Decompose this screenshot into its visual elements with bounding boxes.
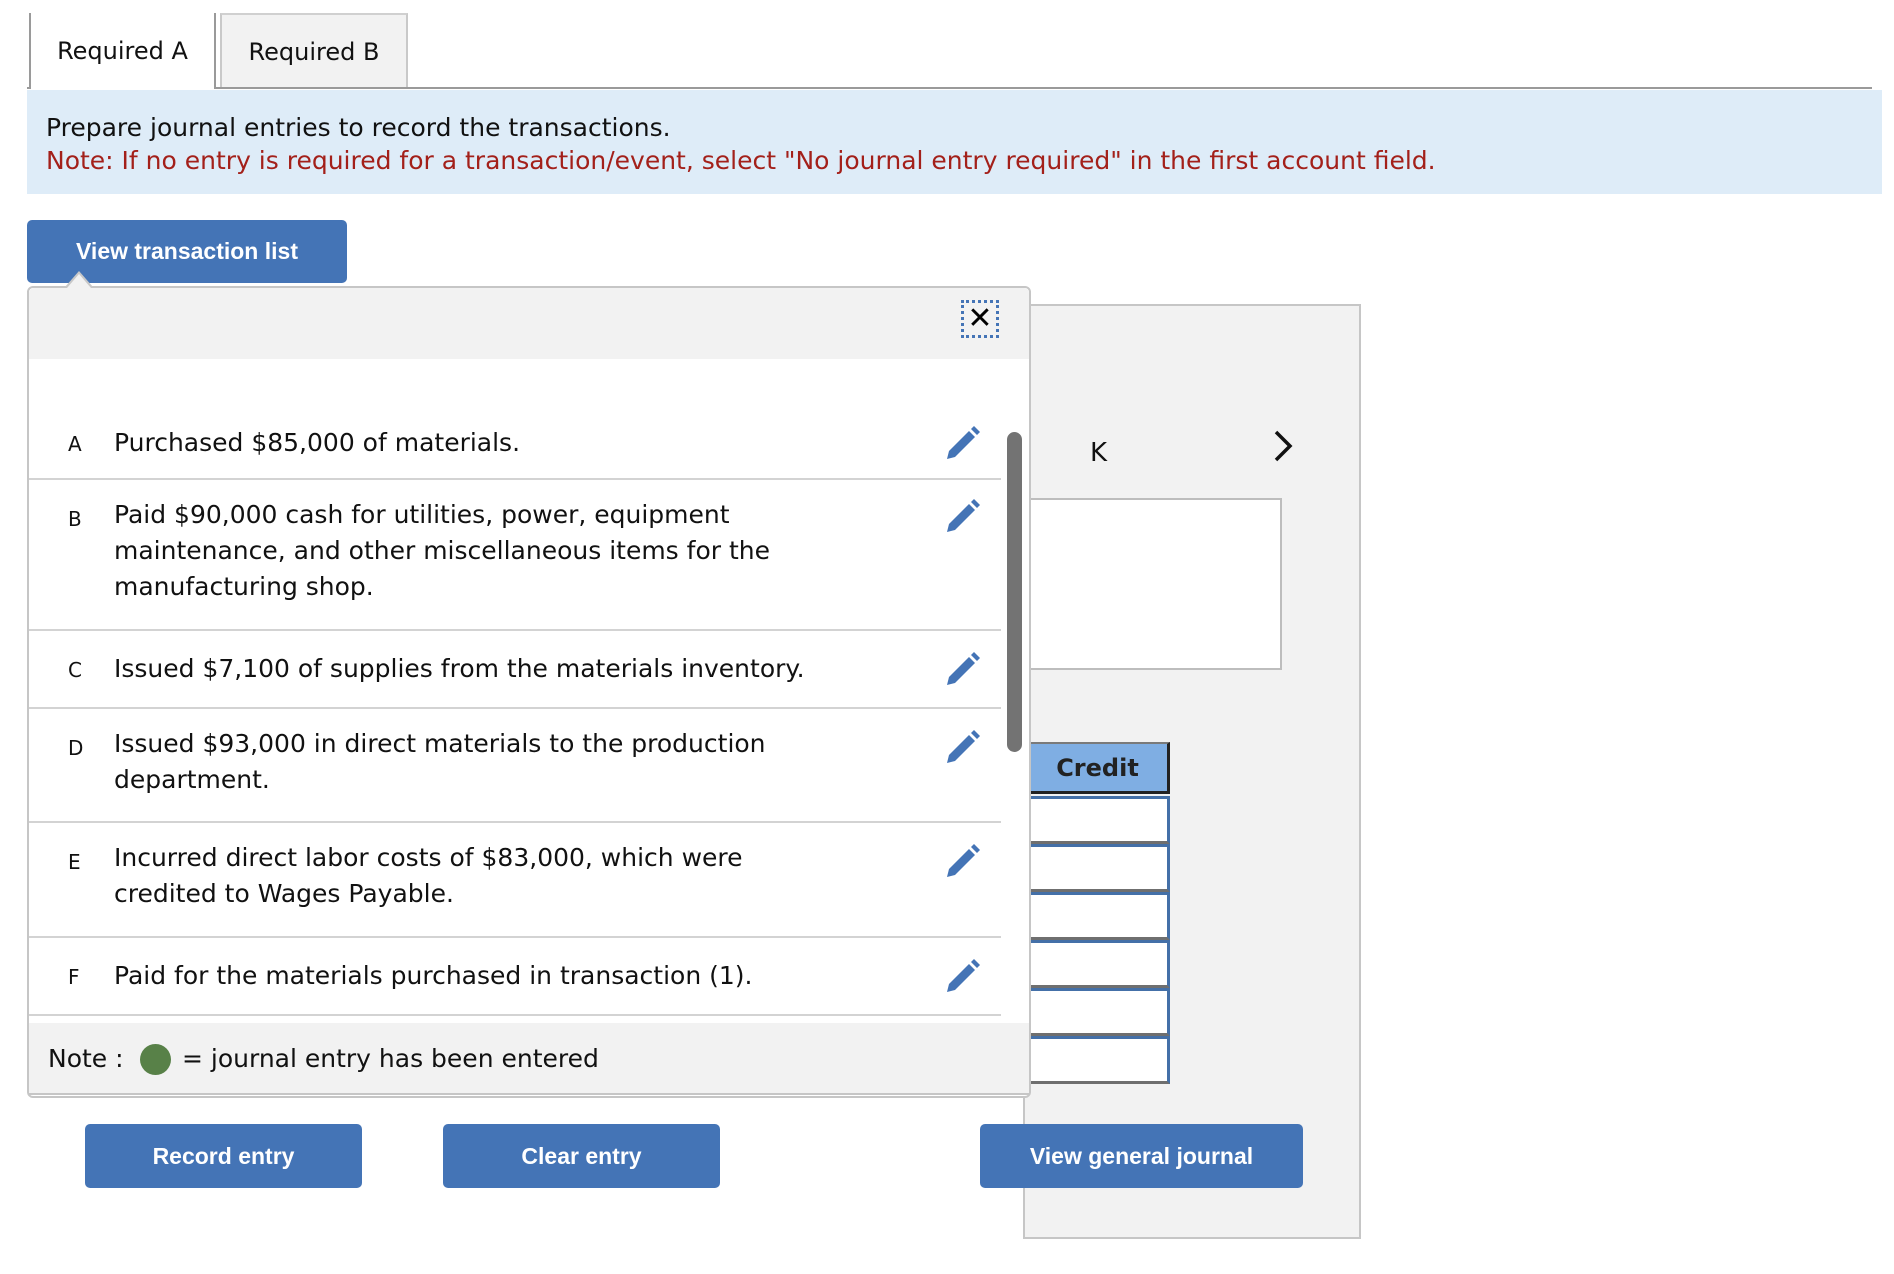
close-icon[interactable]: ✕	[961, 300, 999, 338]
popup-caret-inner	[67, 274, 91, 288]
clear-entry-button[interactable]: Clear entry	[443, 1124, 720, 1188]
transaction-text: Incurred direct labor costs of $83,000, …	[114, 843, 743, 908]
transaction-text: Issued $7,100 of supplies from the mater…	[114, 654, 805, 683]
transaction-text: Paid $90,000 cash for utilities, power, …	[114, 500, 771, 601]
instruction-note: Note: If no entry is required for a tran…	[46, 146, 1436, 175]
chevron-right-icon[interactable]	[1270, 428, 1296, 473]
credit-column-header: Credit	[1028, 742, 1170, 794]
entry-nav-letter: K	[1090, 438, 1108, 468]
view-general-journal-button[interactable]: View general journal	[980, 1124, 1303, 1188]
transaction-letter: B	[68, 507, 82, 531]
credit-input[interactable]	[1028, 892, 1170, 940]
transaction-letter: D	[68, 736, 84, 760]
instruction-band	[27, 90, 1882, 194]
credit-input[interactable]	[1028, 796, 1170, 844]
instruction-text: Prepare journal entries to record the tr…	[46, 113, 671, 142]
transaction-letter: E	[68, 850, 81, 874]
tab-required-b[interactable]: Required B	[220, 13, 408, 88]
transaction-text: Purchased $85,000 of materials.	[114, 428, 521, 457]
transaction-row[interactable]: F Paid for the materials purchased in tr…	[29, 938, 1001, 1016]
legend-note-label: Note :	[48, 1044, 124, 1073]
tab-divider-left	[27, 87, 31, 89]
transaction-row[interactable]: B Paid $90,000 cash for utilities, power…	[29, 480, 1001, 631]
pencil-icon[interactable]	[943, 956, 983, 996]
record-entry-button[interactable]: Record entry	[85, 1124, 362, 1188]
pencil-icon[interactable]	[943, 496, 983, 536]
transaction-text: Issued $93,000 in direct materials to th…	[114, 729, 766, 794]
tab-required-a[interactable]: Required A	[29, 13, 216, 89]
transaction-row[interactable]: A Purchased $85,000 of materials.	[29, 410, 1001, 480]
popup-header	[29, 288, 1029, 359]
tab-divider	[216, 87, 1872, 89]
pencil-icon[interactable]	[943, 423, 983, 463]
transaction-row[interactable]: E Incurred direct labor costs of $83,000…	[29, 823, 1001, 938]
transaction-row[interactable]: D Issued $93,000 in direct materials to …	[29, 709, 1001, 823]
pencil-icon[interactable]	[943, 841, 983, 881]
legend-note-text: = journal entry has been entered	[182, 1044, 599, 1073]
credit-input[interactable]	[1028, 940, 1170, 988]
transaction-letter: A	[68, 432, 82, 456]
entry-description-box	[1028, 498, 1282, 670]
entered-status-dot-icon	[140, 1044, 171, 1075]
transaction-letter: F	[68, 965, 80, 989]
credit-input[interactable]	[1028, 1036, 1170, 1084]
transaction-row[interactable]: C Issued $7,100 of supplies from the mat…	[29, 631, 1001, 709]
pencil-icon[interactable]	[943, 727, 983, 767]
credit-input[interactable]	[1028, 844, 1170, 892]
popup-scrollbar[interactable]	[1007, 432, 1022, 752]
transaction-text: Paid for the materials purchased in tran…	[114, 961, 753, 990]
transaction-letter: C	[68, 658, 82, 682]
credit-input[interactable]	[1028, 988, 1170, 1036]
pencil-icon[interactable]	[943, 649, 983, 689]
